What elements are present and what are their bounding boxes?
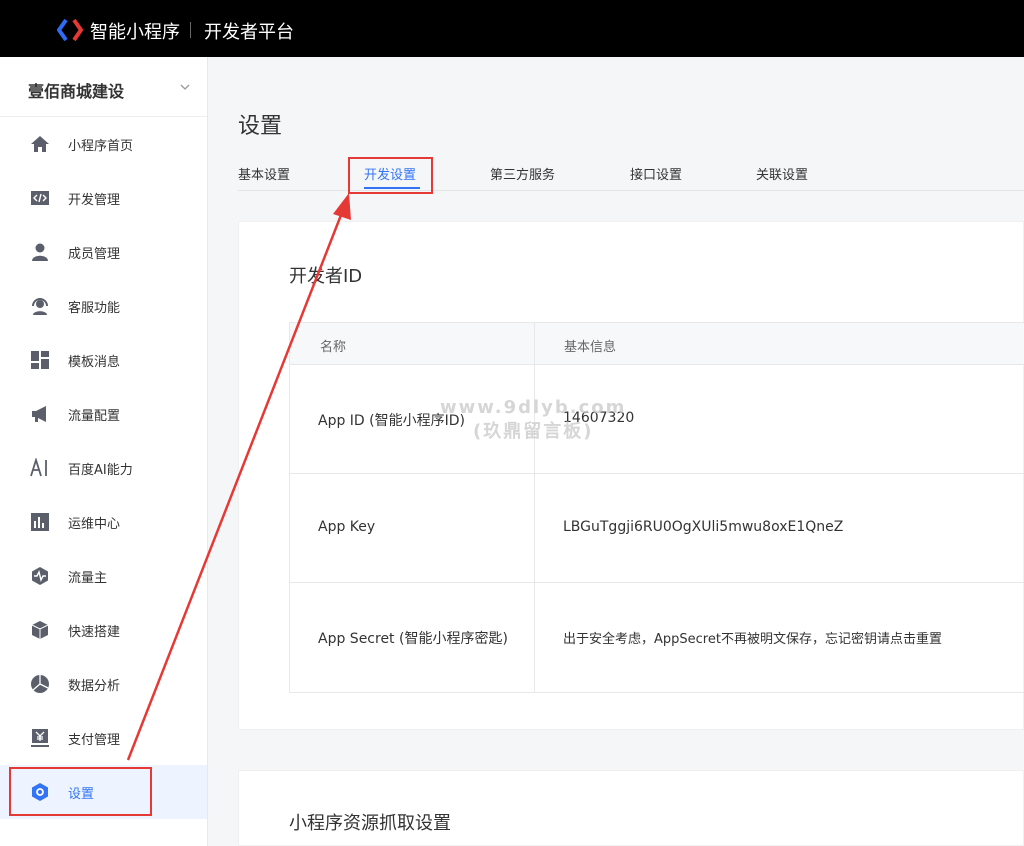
sidebar-item-home[interactable]: 小程序首页 [0, 117, 207, 171]
row-name: App ID (智能小程序ID) [318, 413, 465, 429]
template-icon [31, 351, 49, 369]
section-title: 小程序资源抓取设置 [289, 813, 451, 834]
sidebar-item-payment[interactable]: 支付管理 [0, 711, 207, 765]
table-row-app-id: App ID (智能小程序ID) 14607320 [290, 365, 1024, 474]
sidebar-item-traffic-owner[interactable]: 流量主 [0, 549, 207, 603]
sidebar-item-traffic-config[interactable]: 流量配置 [0, 387, 207, 441]
highlight-box-settings [9, 767, 152, 816]
sidebar-item-label: 成员管理 [68, 247, 121, 262]
sidebar-item-label: 流量主 [68, 571, 108, 586]
ai-icon [30, 458, 47, 477]
sidebar-item-label: 开发管理 [68, 193, 121, 208]
resource-crawl-card: 小程序资源抓取设置 [238, 770, 1024, 846]
megaphone-icon [32, 406, 46, 422]
sidebar-item-baidu-ai[interactable]: 百度AI能力 [0, 441, 207, 495]
sidebar-item-label: 数据分析 [68, 679, 121, 694]
account-name: 壹佰商城建设 [28, 82, 125, 101]
sidebar-item-quick-build[interactable]: 快速搭建 [0, 603, 207, 657]
code-icon [31, 191, 49, 205]
sidebar-item-label: 模板消息 [68, 355, 121, 370]
sidebar: 壹佰商城建设 小程序首页 开发管理 成员管理 客服功能 模板消息 流量配置 百度… [0, 57, 208, 846]
sidebar-item-dev-management[interactable]: 开发管理 [0, 171, 207, 225]
tab-association-settings[interactable]: 关联设置 [756, 164, 808, 183]
headset-icon [32, 298, 48, 315]
bar-chart-icon [31, 513, 49, 531]
developer-id-table: 名称 基本信息 App ID (智能小程序ID) 14607320 App Ke… [289, 322, 1024, 693]
pulse-icon [32, 567, 48, 585]
table-row-app-secret: App Secret (智能小程序密匙) 出于安全考虑，AppSecret不再被… [290, 583, 1024, 692]
column-header-info: 基本信息 [564, 340, 617, 355]
sidebar-item-label: 运维中心 [68, 517, 121, 532]
yen-icon [31, 729, 49, 747]
page-title: 设置 [238, 114, 283, 139]
user-icon [32, 243, 48, 261]
row-name: App Key [318, 519, 376, 535]
column-separator [534, 365, 535, 473]
platform-subtitle: 开发者平台 [204, 22, 294, 43]
sidebar-item-data-analysis[interactable]: 数据分析 [0, 657, 207, 711]
sidebar-item-label: 小程序首页 [68, 139, 134, 154]
column-separator [534, 583, 535, 692]
row-name: App Secret (智能小程序密匙) [318, 631, 508, 647]
sidebar-item-template-messages[interactable]: 模板消息 [0, 333, 207, 387]
top-bar: 智能小程序 开发者平台 [0, 0, 1024, 57]
sidebar-item-label: 快速搭建 [68, 625, 121, 640]
highlight-box-dev-tab [348, 157, 433, 194]
tab-third-party[interactable]: 第三方服务 [490, 164, 555, 183]
tab-basic-settings[interactable]: 基本设置 [238, 164, 290, 183]
account-switcher[interactable]: 壹佰商城建设 [0, 57, 207, 117]
cube-icon [31, 621, 49, 639]
brand-title[interactable]: 智能小程序 [90, 18, 180, 44]
row-value: 出于安全考虑，AppSecret不再被明文保存，忘记密钥请点击重置 [563, 632, 942, 647]
home-icon [31, 136, 49, 152]
sidebar-item-members[interactable]: 成员管理 [0, 225, 207, 279]
column-separator [534, 323, 535, 364]
column-separator [534, 474, 535, 582]
sidebar-item-label: 流量配置 [68, 409, 121, 424]
sidebar-item-customer-service[interactable]: 客服功能 [0, 279, 207, 333]
tab-api-settings[interactable]: 接口设置 [630, 164, 682, 183]
logo-icon[interactable] [57, 18, 83, 42]
sidebar-item-label: 支付管理 [68, 733, 121, 748]
column-header-name: 名称 [320, 340, 347, 355]
sidebar-item-ops-center[interactable]: 运维中心 [0, 495, 207, 549]
brand-divider [190, 22, 191, 38]
table-header: 名称 基本信息 [290, 323, 1024, 365]
pie-chart-icon [31, 675, 49, 693]
table-row-app-key: App Key LBGuTggji6RU0OgXUli5mwu8oxE1QneZ [290, 474, 1024, 583]
section-title: 开发者ID [289, 266, 363, 287]
sidebar-item-label: 客服功能 [68, 301, 121, 316]
chevron-down-icon [180, 84, 190, 90]
row-value: LBGuTggji6RU0OgXUli5mwu8oxE1QneZ [563, 519, 844, 535]
row-value: 14607320 [563, 410, 635, 426]
sidebar-item-label: 百度AI能力 [68, 463, 133, 478]
developer-id-card: 开发者ID 名称 基本信息 App ID (智能小程序ID) 14607320 … [238, 221, 1024, 730]
